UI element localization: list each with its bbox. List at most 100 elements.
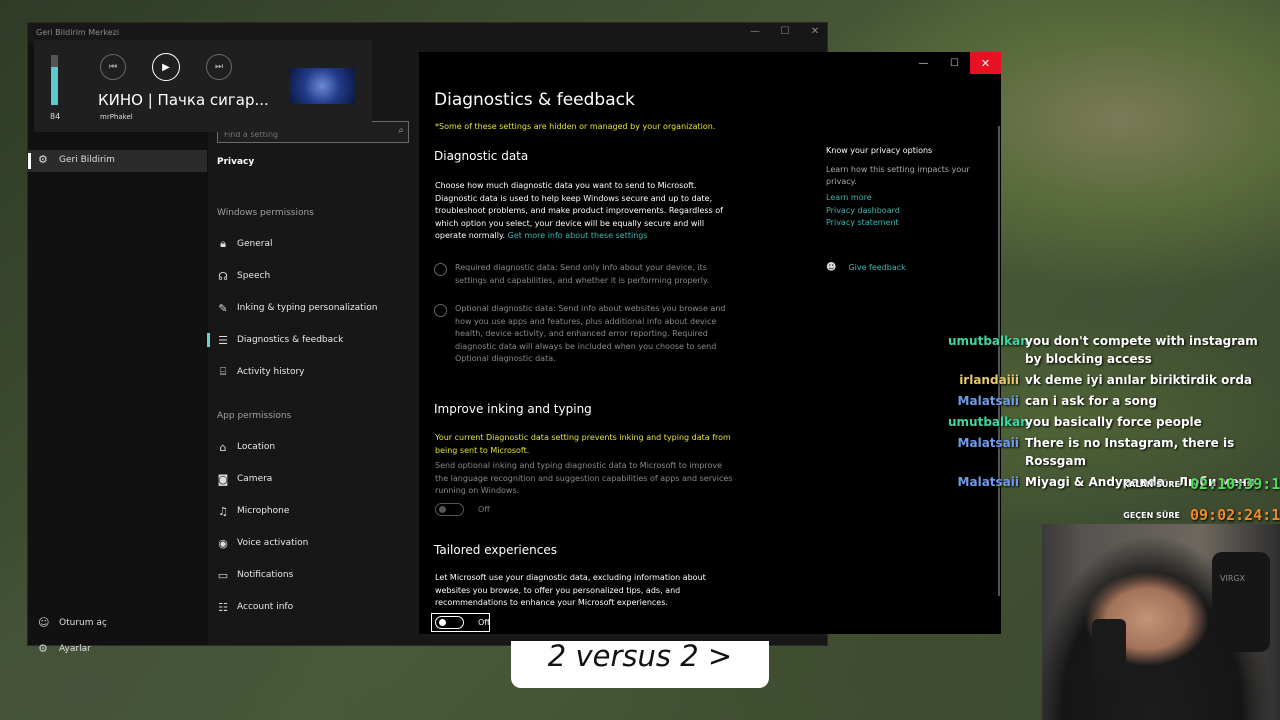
- inking-toggle[interactable]: [435, 503, 464, 516]
- chat-message: Malatsaii can i ask for a song: [948, 392, 1276, 410]
- privacy-options-title: Know your privacy options: [826, 146, 933, 155]
- play-button[interactable]: ▶: [152, 53, 180, 81]
- give-feedback-link[interactable]: ☻ Give feedback: [826, 262, 906, 273]
- search-icon: ⌕: [398, 125, 404, 136]
- elapsed-label: GEÇEN SÜRE: [1123, 510, 1180, 520]
- chat-username: Malatsaii: [957, 436, 1019, 450]
- maximize-icon[interactable]: ☐: [777, 26, 793, 37]
- menu-item-speech[interactable]: ☊ Speech: [207, 265, 407, 287]
- tailored-toggle-row: Off: [435, 616, 490, 629]
- menu-item-label: Account info: [237, 602, 294, 612]
- menu-item-label: Speech: [237, 271, 271, 281]
- location-icon: ⌂: [219, 440, 227, 454]
- next-track-button[interactable]: ⏭: [206, 54, 232, 80]
- menu-item-label: General: [237, 239, 273, 249]
- windows-permissions-label: Windows permissions: [217, 208, 314, 218]
- menu-item-voice-activation[interactable]: ◉ Voice activation: [207, 532, 407, 554]
- close-button[interactable]: ✕: [970, 52, 1001, 74]
- menu-item-location[interactable]: ⌂ Location: [207, 436, 407, 458]
- microphone: [1092, 619, 1126, 679]
- remaining-timer: KALAN SÜRE 02:10:39:11: [1120, 475, 1280, 493]
- settings-window: — ☐ ✕ Diagnostics & feedback *Some of th…: [419, 52, 1001, 634]
- media-widget: 84 ⏮ ▶ ⏭ КИНО | Пачка сигар... mrPhakel: [34, 40, 372, 132]
- webcam-feed: VIRGX: [1042, 524, 1280, 720]
- tailored-toggle-state: Off: [478, 618, 490, 627]
- previous-icon: ⏮: [108, 62, 118, 72]
- tailored-description: Let Microsoft use your diagnostic data, …: [435, 573, 706, 607]
- inking-heading: Improve inking and typing: [434, 402, 592, 416]
- menu-item-label: Camera: [237, 474, 273, 484]
- toggle-knob: [439, 619, 446, 626]
- give-feedback-label: Give feedback: [848, 263, 906, 272]
- remaining-label: KALAN SÜRE: [1122, 479, 1180, 489]
- chat-text: can i ask for a song: [1025, 394, 1157, 408]
- nav-item-feedback[interactable]: ⚙ Geri Bildirim: [28, 150, 207, 172]
- menu-item-diagnostics[interactable]: ☰ Diagnostics & feedback: [207, 329, 407, 351]
- menu-item-label: Diagnostics & feedback: [237, 335, 344, 345]
- chat-message: umutbalkan you basically force people: [948, 413, 1276, 431]
- signin-link[interactable]: ☺ Oturum aç: [38, 616, 107, 629]
- chat-message: Malatsaii There is no Instagram, there is…: [948, 434, 1276, 470]
- required-diagnostic-label: Required diagnostic data: Send only info…: [455, 263, 710, 285]
- learn-more-link[interactable]: Learn more: [826, 193, 872, 202]
- privacy-options-description: Learn how this setting impacts your priv…: [826, 165, 970, 186]
- menu-item-notifications[interactable]: ▭ Notifications: [207, 564, 407, 586]
- gaming-chair: VIRGX: [1212, 552, 1270, 652]
- window-controls: — ☐ ✕: [908, 52, 1001, 74]
- toggle-knob: [439, 506, 446, 513]
- menu-item-label: Voice activation: [237, 538, 309, 548]
- chat-username: umutbalkan: [948, 334, 1029, 348]
- diagnostics-icon: ☰: [218, 333, 228, 347]
- chat-message: irlandaiii vk deme iyi anılar biriktirdik…: [948, 371, 1276, 389]
- voice-activation-icon: ◉: [218, 536, 228, 550]
- menu-item-camera[interactable]: ◙ Camera: [207, 468, 407, 490]
- menu-item-microphone[interactable]: ♫ Microphone: [207, 500, 407, 522]
- menu-selection-indicator: [207, 333, 210, 347]
- feedback-hub-title: Geri Bildirim Merkezi: [36, 28, 120, 37]
- chat-text: you basically force people: [1025, 415, 1202, 429]
- gear-icon: ⚙: [38, 642, 48, 655]
- chat-username: Malatsaii: [957, 475, 1019, 489]
- optional-diagnostic-radio[interactable]: Optional diagnostic data: Send info abou…: [434, 303, 735, 366]
- chat-text: vk deme iyi anılar biriktirdik orda: [1025, 373, 1253, 387]
- notifications-icon: ▭: [217, 568, 229, 582]
- inking-description: Send optional inking and typing diagnost…: [435, 461, 733, 495]
- activity-icon: ⌸: [219, 365, 227, 378]
- previous-track-button[interactable]: ⏮: [100, 54, 126, 80]
- menu-item-account-info[interactable]: ☷ Account info: [207, 596, 407, 618]
- minimize-button[interactable]: —: [908, 52, 939, 74]
- volume-fill: [51, 67, 58, 105]
- camera-icon: ◙: [217, 472, 229, 486]
- versus-banner: 2 versus 2 >: [511, 641, 769, 688]
- settings-link[interactable]: ⚙ Ayarlar: [38, 642, 91, 655]
- organization-note: *Some of these settings are hidden or ma…: [435, 122, 716, 131]
- menu-item-activity-history[interactable]: ⌸ Activity history: [207, 361, 407, 383]
- tailored-heading: Tailored experiences: [434, 543, 557, 557]
- tailored-toggle[interactable]: [435, 616, 464, 629]
- menu-item-label: Notifications: [237, 570, 294, 580]
- menu-item-general[interactable]: 🔒︎ General: [207, 233, 407, 255]
- nav-item-feedback-label: Geri Bildirim: [59, 155, 115, 165]
- minimize-icon[interactable]: —: [747, 26, 763, 37]
- menu-item-label: Microphone: [237, 506, 290, 516]
- album-art: [289, 68, 355, 104]
- maximize-button[interactable]: ☐: [939, 52, 970, 74]
- app-permissions-label: App permissions: [217, 411, 292, 421]
- account-info-icon: ☷: [218, 600, 228, 614]
- person-icon: ☺: [38, 616, 50, 629]
- privacy-statement-link[interactable]: Privacy statement: [826, 218, 899, 227]
- feedback-icon: ⚙: [38, 153, 48, 166]
- chat-username: irlandaiii: [959, 373, 1019, 387]
- required-diagnostic-radio[interactable]: Required diagnostic data: Send only info…: [434, 262, 735, 287]
- inking-toggle-row: Off: [435, 503, 490, 516]
- menu-item-label: Location: [237, 442, 276, 452]
- next-icon: ⏭: [214, 62, 224, 72]
- chat-username: umutbalkan: [948, 415, 1029, 429]
- menu-item-inking[interactable]: ✎ Inking & typing personalization: [207, 297, 407, 319]
- feedback-icon: ☻: [826, 262, 837, 273]
- more-info-link[interactable]: Get more info about these settings: [508, 231, 648, 240]
- privacy-dashboard-link[interactable]: Privacy dashboard: [826, 206, 900, 215]
- radio-circle: [434, 304, 447, 317]
- signin-label: Oturum aç: [59, 617, 107, 628]
- close-icon[interactable]: ✕: [807, 26, 823, 37]
